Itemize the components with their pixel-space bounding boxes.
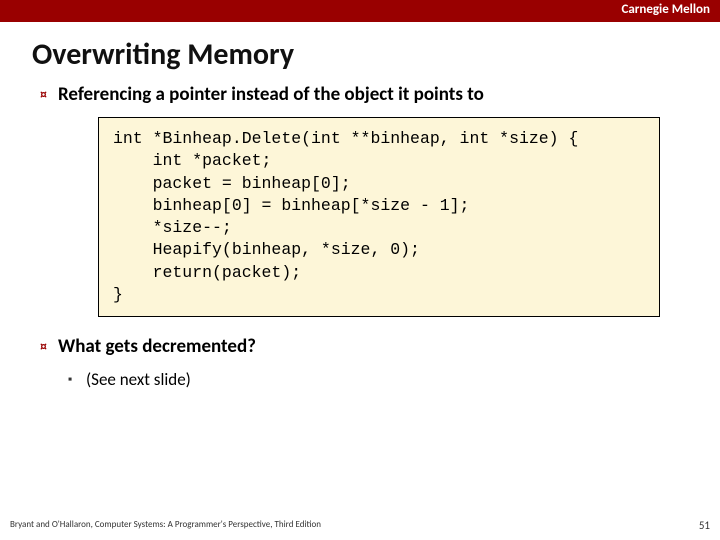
- bullet-icon: ¤: [40, 83, 58, 107]
- sub-bullet-1-text: (See next slide): [86, 369, 191, 391]
- bullet-icon: ¤: [40, 335, 58, 359]
- top-bar: Carnegie Mellon: [0, 0, 720, 22]
- slide-title: Overwriting Memory: [0, 22, 720, 83]
- square-bullet-icon: ▪: [68, 369, 86, 391]
- footer-citation: Bryant and O'Hallaron, Computer Systems:…: [10, 519, 321, 532]
- code-block: int *Binheap.Delete(int **binheap, int *…: [98, 117, 660, 317]
- brand-label: Carnegie Mellon: [621, 2, 710, 17]
- bullet-1-text: Referencing a pointer instead of the obj…: [58, 83, 484, 107]
- bullet-2-text: What gets decremented?: [58, 335, 256, 359]
- page-number: 51: [699, 519, 710, 532]
- sub-bullet-1: ▪ (See next slide): [68, 369, 688, 391]
- footer: Bryant and O'Hallaron, Computer Systems:…: [10, 519, 710, 532]
- bullet-1: ¤ Referencing a pointer instead of the o…: [40, 83, 688, 107]
- slide: Carnegie Mellon Overwriting Memory ¤ Ref…: [0, 0, 720, 540]
- bullet-2: ¤ What gets decremented?: [40, 335, 688, 359]
- content-area: ¤ Referencing a pointer instead of the o…: [0, 83, 720, 540]
